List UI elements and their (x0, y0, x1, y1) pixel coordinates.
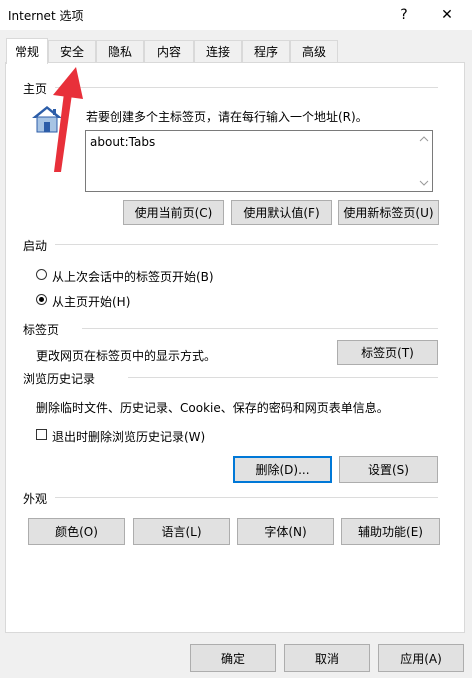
tab-security[interactable]: 安全 (48, 40, 96, 62)
radio-home[interactable] (36, 294, 47, 305)
radio-last-session[interactable] (36, 269, 47, 280)
tabs-section-label: 标签页 (23, 323, 60, 337)
accessibility-button[interactable]: 辅助功能(E) (341, 518, 440, 545)
delete-history-button[interactable]: 删除(D)... (233, 456, 332, 483)
home-page-addresses[interactable]: about:Tabs (85, 130, 433, 192)
delete-on-exit-label: 退出时删除浏览历史记录(W) (52, 430, 206, 444)
appearance-divider (55, 497, 438, 498)
ok-button[interactable]: 确定 (190, 644, 276, 672)
textarea-scrollbar[interactable] (416, 131, 432, 191)
tab-programs[interactable]: 程序 (242, 40, 290, 62)
startup-section-label: 启动 (23, 239, 48, 253)
tab-general[interactable]: 常规 (6, 38, 48, 64)
languages-button[interactable]: 语言(L) (133, 518, 230, 545)
use-default-button[interactable]: 使用默认值(F) (231, 200, 332, 225)
appearance-section-label: 外观 (23, 492, 48, 506)
home-section-label: 主页 (23, 82, 48, 96)
use-current-button[interactable]: 使用当前页(C) (123, 200, 224, 225)
close-icon: ✕ (441, 7, 453, 23)
tabs-settings-button[interactable]: 标签页(T) (337, 340, 438, 365)
tab-privacy[interactable]: 隐私 (96, 40, 144, 62)
tabs-divider (82, 328, 438, 329)
delete-on-exit-checkbox[interactable] (36, 429, 47, 440)
help-icon: ? (400, 7, 408, 23)
apply-button[interactable]: 应用(A) (378, 644, 464, 672)
history-description: 删除临时文件、历史记录、Cookie、保存的密码和网页表单信息。 (36, 401, 389, 415)
home-divider (55, 87, 438, 88)
radio-last-session-label: 从上次会话中的标签页开始(B) (52, 270, 214, 284)
tab-advanced[interactable]: 高级 (290, 40, 338, 62)
window-title: Internet 选项 (8, 9, 84, 23)
fonts-button[interactable]: 字体(N) (237, 518, 334, 545)
cancel-button[interactable]: 取消 (284, 644, 370, 672)
radio-selected-dot (39, 297, 44, 302)
use-new-tab-button[interactable]: 使用新标签页(U) (338, 200, 439, 225)
help-button[interactable]: ? (387, 0, 421, 30)
history-section-label: 浏览历史记录 (23, 372, 96, 386)
history-settings-button[interactable]: 设置(S) (339, 456, 438, 483)
tabs-description: 更改网页在标签页中的显示方式。 (36, 349, 217, 363)
startup-divider (55, 244, 438, 245)
home-page-icon (30, 103, 64, 135)
close-button[interactable]: ✕ (430, 0, 464, 30)
scroll-down-icon (419, 180, 429, 186)
tab-content[interactable]: 内容 (144, 40, 194, 62)
colors-button[interactable]: 颜色(O) (28, 518, 125, 545)
history-divider (128, 377, 438, 378)
title-bar: Internet 选项 ? ✕ (0, 0, 472, 30)
home-instruction: 若要创建多个主标签页，请在每行输入一个地址(R)。 (86, 110, 368, 124)
scroll-up-icon (419, 136, 429, 142)
tab-connections[interactable]: 连接 (194, 40, 242, 62)
home-page-address-value: about:Tabs (90, 135, 156, 149)
radio-home-label: 从主页开始(H) (52, 295, 131, 309)
